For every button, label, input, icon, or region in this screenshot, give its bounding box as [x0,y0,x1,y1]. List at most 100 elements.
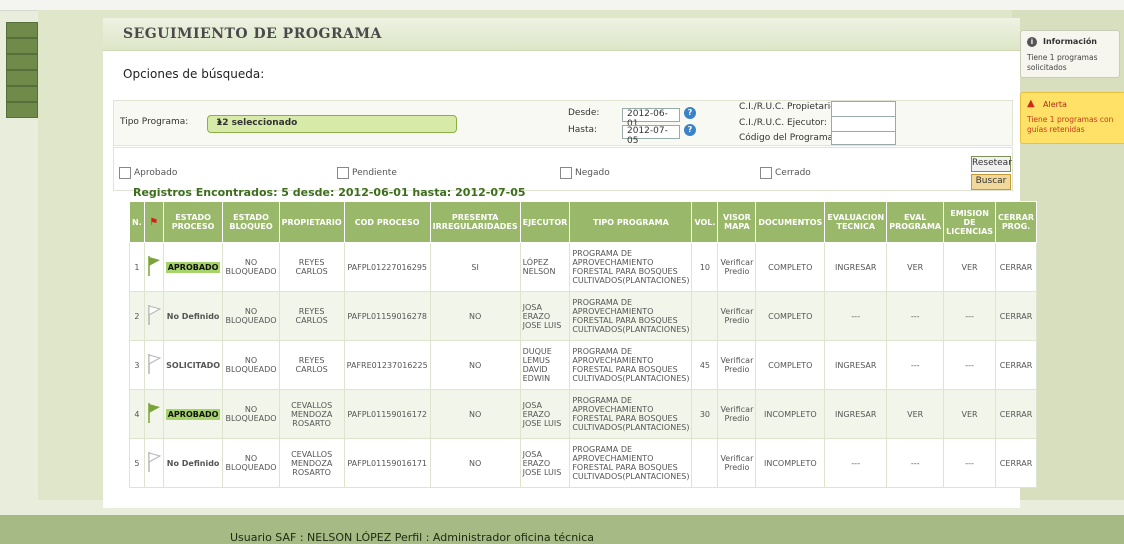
left-nav [0,10,38,500]
cell-irregularidades: NO [429,389,521,439]
cell-bloqueo: NO BLOQUEADO [222,340,280,390]
checkbox-pendiente[interactable] [337,167,349,179]
info-box: i Información Tiene 1 programas solicita… [1020,30,1120,78]
codigo-programa-input[interactable] [831,131,896,145]
cell-propietario: REYES CARLOS [278,291,345,341]
cerrar-link[interactable]: CERRAR [995,291,1038,341]
col-emision-licencias[interactable]: EMISION DE LICENCIAS [943,201,997,243]
col-irregularidades[interactable]: PRESENTA IRREGULARIDADES [429,201,521,243]
user-info: Usuario SAF : NELSON LÓPEZ Perfil : Admi… [230,531,595,544]
cell-ejecutor: JOSA ERAZO JOSE LUIS [519,438,571,488]
ruc-propietario-input[interactable] [831,101,896,117]
checkbox-cerrado-label: Cerrado [775,168,811,178]
nav-button-5[interactable] [6,86,38,102]
cell-tipo: PROGRAMA DE APROVECHAMIENTO FORESTAL PAR… [569,242,693,292]
cell-bloqueo: NO BLOQUEADO [222,389,280,439]
col-documentos[interactable]: DOCUMENTOS [755,201,826,243]
white-flag-icon [147,304,161,326]
col-cerrar-prog[interactable]: CERRAR PROG. [995,201,1038,243]
search-options-label: Opciones de búsqueda: [123,67,265,81]
col-vol[interactable]: VOL. [691,201,719,243]
table-header-row: N. ⚑ ESTADO PROCESO ESTADO BLOQUEO PROPI… [129,201,1038,243]
hasta-input[interactable]: 2012-07-05 [622,125,680,146]
help-icon[interactable]: ? [684,124,696,136]
verificar-predio-link[interactable]: Verificar Predio [717,438,757,488]
search-button[interactable]: Buscar [971,174,1011,190]
col-cod-proceso[interactable]: COD PROCESO [343,201,431,243]
nav-button-2[interactable] [6,38,38,54]
help-icon[interactable]: ? [684,107,696,119]
hasta-label: Hasta: [568,125,598,135]
cell-ejecutor: DUQUE LEMUS DAVID EDWIN [519,340,571,390]
emision-licencias-link[interactable]: VER [943,389,997,439]
cell-tipo: PROGRAMA DE APROVECHAMIENTO FORESTAL PAR… [569,291,693,341]
cerrar-link[interactable]: CERRAR [995,340,1038,390]
white-flag-icon [147,451,161,473]
footer: Usuario SAF : NELSON LÓPEZ Perfil : Admi… [0,515,1124,544]
eval-programa-link[interactable]: VER [886,389,945,439]
nav-button-4[interactable] [6,70,38,86]
evaluacion-tecnica-link[interactable]: INGRESAR [824,340,888,390]
main-panel: SEGUIMIENTO DE PROGRAMA Opciones de búsq… [103,18,1038,508]
nav-button-6[interactable] [6,102,38,118]
codigo-programa-label: Código del Programa: [739,133,837,143]
results-table: N. ⚑ ESTADO PROCESO ESTADO BLOQUEO PROPI… [129,201,1038,488]
col-eval-programa[interactable]: EVAL PROGRAMA [886,201,945,243]
cell-vol [691,291,719,341]
cell-cod: PAFPL01159016278 [343,291,431,341]
reset-button[interactable]: Resetear [971,156,1012,172]
col-tipo-programa[interactable]: TIPO PROGRAMA [569,201,693,243]
checkbox-pendiente-label: Pendiente [352,168,397,178]
verificar-predio-link[interactable]: Verificar Predio [717,242,757,292]
col-estado-bloqueo[interactable]: ESTADO BLOQUEO [222,201,280,243]
tipo-programa-label: Tipo Programa: [120,117,189,127]
page-header: SEGUIMIENTO DE PROGRAMA [103,18,1020,51]
tipo-programa-select[interactable]: 12 seleccionado ♦ [207,115,457,133]
cerrar-link[interactable]: CERRAR [995,438,1038,488]
cerrar-link[interactable]: CERRAR [995,389,1038,439]
desde-label: Desde: [568,108,600,118]
eval-programa-link: --- [886,340,945,390]
eval-programa-link[interactable]: VER [886,242,945,292]
evaluacion-tecnica-link[interactable]: INGRESAR [824,389,888,439]
cerrar-link[interactable]: CERRAR [995,242,1038,292]
cell-ejecutor: JOSA ERAZO JOSE LUIS [519,291,571,341]
verificar-predio-link[interactable]: Verificar Predio [717,291,757,341]
cell-irregularidades: NO [429,340,521,390]
cell-tipo: PROGRAMA DE APROVECHAMIENTO FORESTAL PAR… [569,340,693,390]
documentos-status[interactable]: COMPLETO [755,242,826,292]
col-propietario[interactable]: PROPIETARIO [278,201,345,243]
page-title: SEGUIMIENTO DE PROGRAMA [123,26,382,42]
nav-button-3[interactable] [6,54,38,70]
emision-licencias-link[interactable]: VER [943,242,997,292]
col-visor-mapa[interactable]: VISOR MAPA [717,201,757,243]
estado-badge: APROBADO [165,408,221,420]
info-icon: i [1027,37,1037,47]
cell-estado: No Definido [162,291,224,341]
desde-input[interactable]: 2012-06-01 [622,108,680,129]
documentos-status[interactable]: COMPLETO [755,340,826,390]
checkbox-aprobado[interactable] [119,167,131,179]
col-evaluacion-tecnica[interactable]: EVALUACION TECNICA [824,201,888,243]
cell-propietario: REYES CARLOS [278,340,345,390]
documentos-status[interactable]: INCOMPLETO [755,438,826,488]
cell-flag [143,340,164,390]
ruc-ejecutor-input[interactable] [831,116,896,132]
checkbox-negado[interactable] [560,167,572,179]
documentos-status[interactable]: COMPLETO [755,291,826,341]
verificar-predio-link[interactable]: Verificar Predio [717,389,757,439]
green-flag-icon [147,255,161,277]
col-ejecutor[interactable]: EJECUTOR [519,201,571,243]
cell-cod: PAFRE01237016225 [343,340,431,390]
verificar-predio-link[interactable]: Verificar Predio [717,340,757,390]
col-estado-proceso[interactable]: ESTADO PROCESO [162,201,224,243]
cell-vol: 10 [691,242,719,292]
col-n[interactable]: N. [129,201,145,243]
checkbox-cerrado[interactable] [760,167,772,179]
cell-estado: APROBADO [162,242,224,292]
evaluacion-tecnica-link[interactable]: INGRESAR [824,242,888,292]
cell-propietario: REYES CARLOS [278,242,345,292]
nav-button-1[interactable] [6,22,38,38]
col-flag: ⚑ [143,201,164,243]
documentos-status[interactable]: INCOMPLETO [755,389,826,439]
